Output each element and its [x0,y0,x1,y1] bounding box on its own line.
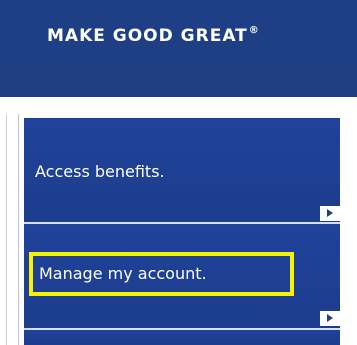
header-banner: MAKE GOOD GREAT® [0,0,357,97]
brand-tagline: MAKE GOOD GREAT® [47,25,260,46]
play-arrow-icon [327,209,333,217]
nav-item-label: Manage my account. [39,264,207,283]
left-panel [0,114,19,345]
side-nav-menu: Access benefits. Manage my account. [24,118,344,345]
left-panel-rule [6,114,7,345]
nav-arrow-button[interactable] [320,206,340,221]
nav-arrow-button[interactable] [320,311,340,326]
banner-divider [0,97,357,105]
right-gutter [344,97,357,345]
play-arrow-icon [327,314,333,322]
nav-item-manage-account[interactable]: Manage my account. [24,224,340,328]
nav-item-access-benefits[interactable]: Access benefits. [24,118,340,222]
nav-item-label: Access benefits. [35,162,165,181]
nav-item-partial[interactable] [24,330,340,345]
registered-mark: ® [248,25,260,36]
tagline-text: MAKE GOOD GREAT [47,26,248,46]
